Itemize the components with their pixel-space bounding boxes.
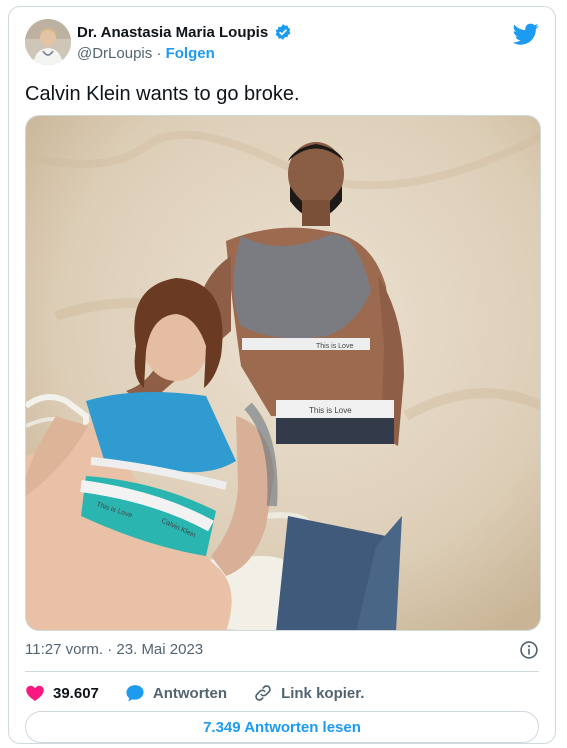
- follow-button[interactable]: Folgen: [166, 45, 215, 62]
- tweet-actions-bar: 39.607 Antworten Link kopier.: [25, 681, 390, 705]
- author-name-row: Dr. Anastasia Maria Loupis: [77, 23, 292, 41]
- read-replies-button[interactable]: 7.349 Antworten lesen: [25, 711, 539, 743]
- author-handle-row: @DrLoupis · Folgen: [77, 45, 215, 62]
- divider: [25, 671, 539, 672]
- tweet-card: Dr. Anastasia Maria Loupis @DrLoupis · F…: [8, 6, 556, 744]
- waistband-text: This is Love: [309, 406, 352, 415]
- separator-dot: ·: [156, 45, 162, 62]
- tweet-media-photo[interactable]: This is Love This is Love This is Love C…: [25, 115, 541, 631]
- avatar-image: [25, 19, 71, 65]
- avatar[interactable]: [25, 19, 71, 65]
- photo-illustration: This is Love This is Love This is Love C…: [26, 116, 540, 630]
- reply-button[interactable]: Antworten: [125, 683, 227, 703]
- like-count: 39.607: [53, 684, 99, 702]
- waistband-text: This is Love: [316, 343, 353, 350]
- reply-label: Antworten: [152, 684, 228, 702]
- link-icon: [255, 685, 271, 701]
- copy-link-label: Link kopier.: [281, 684, 365, 702]
- tweet-timestamp[interactable]: 11:27 vorm. · 23. Mai 2023: [25, 641, 203, 658]
- like-button[interactable]: 39.607: [25, 683, 99, 703]
- author-name[interactable]: Dr. Anastasia Maria Loupis: [77, 24, 268, 41]
- verified-badge-icon: [275, 24, 291, 40]
- tweet-text: Calvin Klein wants to go broke.: [25, 83, 300, 105]
- reply-icon: [126, 685, 144, 702]
- twitter-bird-icon[interactable]: [513, 21, 539, 47]
- info-icon[interactable]: [519, 640, 539, 660]
- heart-icon: [26, 685, 44, 701]
- author-handle[interactable]: @DrLoupis: [77, 45, 152, 62]
- copy-link-button[interactable]: Link kopier.: [253, 683, 364, 703]
